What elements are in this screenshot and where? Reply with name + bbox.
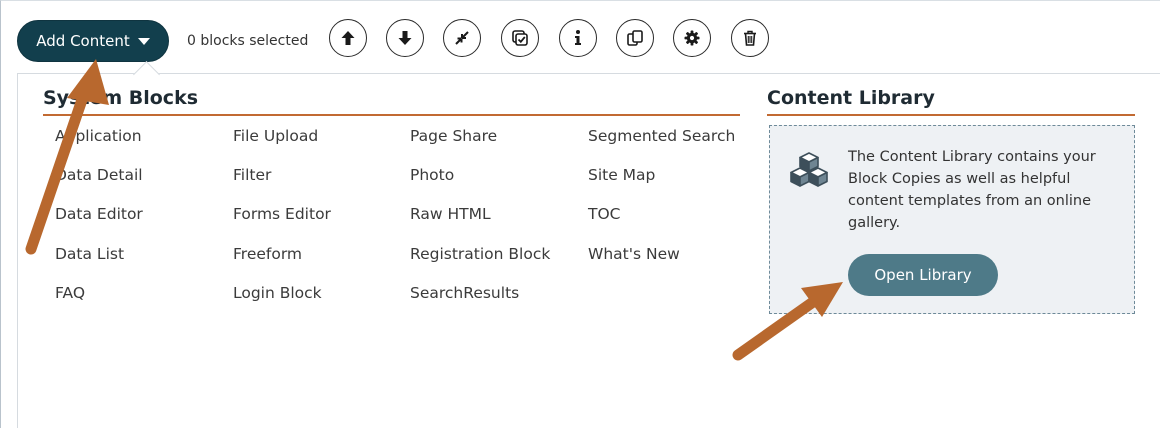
copy-icon: [627, 30, 643, 46]
caret-down-icon: [137, 38, 150, 45]
block-item-searchresults[interactable]: SearchResults: [410, 284, 519, 302]
delete-button[interactable]: [731, 19, 769, 57]
arrow-up-icon: [341, 31, 355, 45]
open-library-label: Open Library: [874, 266, 972, 284]
gear-icon: [684, 30, 700, 46]
block-item-toc[interactable]: TOC: [588, 205, 621, 223]
content-library-description: The Content Library contains your Block …: [848, 149, 1096, 231]
resize-icon: [455, 31, 469, 45]
block-item-forms-editor[interactable]: Forms Editor: [233, 205, 331, 223]
block-item-filter[interactable]: Filter: [233, 166, 271, 184]
content-library-divider: [767, 114, 1135, 116]
block-item-page-share[interactable]: Page Share: [410, 127, 497, 145]
block-item-login-block[interactable]: Login Block: [233, 284, 322, 302]
arrow-down-icon: [398, 31, 412, 45]
block-item-freeform[interactable]: Freeform: [233, 245, 302, 263]
selection-status: 0 blocks selected: [187, 33, 309, 49]
content-library-box: The Content Library contains your Block …: [769, 125, 1135, 314]
block-item-data-detail[interactable]: Data Detail: [55, 166, 143, 184]
open-library-button[interactable]: Open Library: [848, 254, 998, 296]
block-item-application[interactable]: Application: [55, 127, 142, 145]
content-library-title: Content Library: [767, 87, 935, 109]
add-content-label: Add Content: [36, 32, 130, 50]
toolbar: Add Content 0 blocks selected: [17, 19, 308, 63]
move-up-button[interactable]: [329, 19, 367, 57]
info-icon: [575, 30, 581, 45]
block-item-raw-html[interactable]: Raw HTML: [410, 205, 491, 223]
duplicate-button[interactable]: [616, 19, 654, 57]
block-item-segmented-search[interactable]: Segmented Search: [588, 127, 735, 145]
checkbox-copy-icon: [512, 30, 528, 46]
info-button[interactable]: [559, 19, 597, 57]
block-item-data-list[interactable]: Data List: [55, 245, 124, 263]
settings-button[interactable]: [673, 19, 711, 57]
resize-button[interactable]: [443, 19, 481, 57]
block-item-faq[interactable]: FAQ: [55, 284, 85, 302]
add-content-button[interactable]: Add Content: [17, 20, 169, 62]
block-item-registration-block[interactable]: Registration Block: [410, 245, 550, 263]
block-item-whats-new[interactable]: What's New: [588, 245, 680, 263]
block-item-data-editor[interactable]: Data Editor: [55, 205, 143, 223]
block-item-photo[interactable]: Photo: [410, 166, 454, 184]
system-blocks-divider: [43, 114, 740, 116]
page: Add Content 0 blocks selected System Blo…: [0, 0, 1160, 428]
trash-icon: [744, 30, 756, 46]
block-copy-button[interactable]: [501, 19, 539, 57]
cubes-icon: [790, 152, 828, 187]
move-down-button[interactable]: [386, 19, 424, 57]
system-blocks-title: System Blocks: [43, 87, 199, 109]
block-item-site-map[interactable]: Site Map: [588, 166, 655, 184]
block-item-file-upload[interactable]: File Upload: [233, 127, 318, 145]
